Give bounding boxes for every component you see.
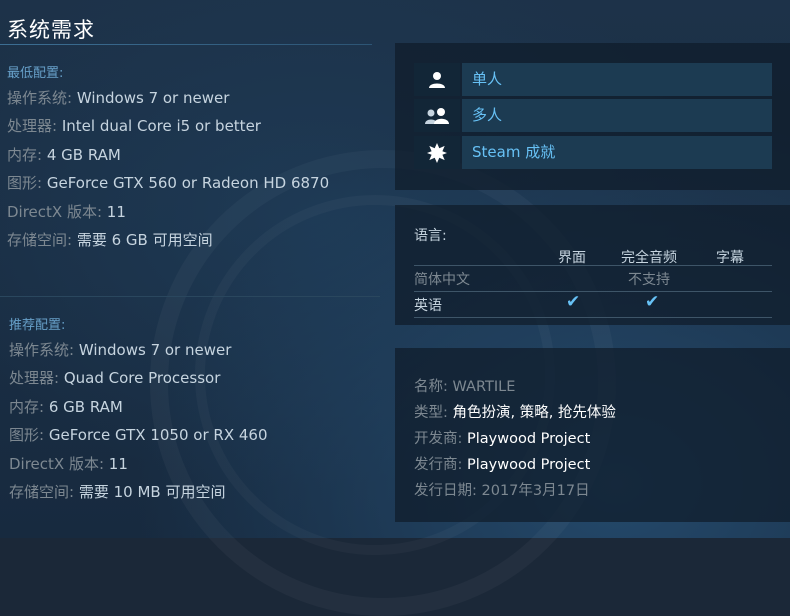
- detail-key: 开发商:: [414, 431, 463, 447]
- col-header-interface: 界面: [558, 250, 586, 266]
- min-memory-row: 内存: 4 GB RAM: [7, 144, 121, 165]
- rec-storage-row: 存储空间: 需要 10 MB 可用空间: [9, 481, 225, 502]
- release-date-value: 2017年3月17日: [481, 483, 590, 499]
- feature-label: 多人: [462, 99, 772, 132]
- spec-key: DirectX 版本:: [7, 203, 103, 221]
- multi-player-icon: [414, 99, 460, 132]
- spec-key: 存储空间:: [9, 483, 75, 501]
- spec-value: 需要 10 MB 可用空间: [78, 483, 226, 501]
- rec-os-row: 操作系统: Windows 7 or newer: [9, 339, 231, 360]
- audio-check-icon: ✔: [645, 292, 660, 312]
- detail-key: 发行日期:: [414, 483, 477, 499]
- spec-value: 4 GB RAM: [46, 146, 121, 164]
- min-directx-row: DirectX 版本: 11: [7, 201, 126, 222]
- spec-value: Windows 7 or newer: [76, 89, 230, 107]
- single-player-icon: [414, 63, 460, 96]
- spec-key: DirectX 版本:: [9, 455, 105, 473]
- detail-developer: 开发商: Playwood Project: [414, 427, 590, 448]
- detail-key: 发行商:: [414, 457, 463, 473]
- spec-key: 处理器:: [7, 117, 58, 135]
- spec-key: 图形:: [9, 426, 45, 444]
- spec-key: 内存:: [9, 398, 45, 416]
- col-header-full-audio: 完全音频: [621, 250, 677, 266]
- feature-steam-achievements[interactable]: Steam 成就: [414, 136, 772, 169]
- lang-name-schinese: 简体中文: [414, 272, 470, 288]
- spec-value: 需要 6 GB 可用空间: [76, 231, 213, 249]
- recommended-heading: 推荐配置:: [9, 318, 66, 333]
- detail-genre: 类型: 角色扮演, 策略, 抢先体验: [414, 401, 616, 422]
- game-title: WARTILE: [452, 379, 516, 395]
- spec-key: 处理器:: [9, 369, 60, 387]
- detail-key: 类型:: [414, 405, 448, 421]
- spec-key: 操作系统:: [7, 89, 73, 107]
- rec-graphics-row: 图形: GeForce GTX 1050 or RX 460: [9, 424, 268, 445]
- detail-release-date: 发行日期: 2017年3月17日: [414, 479, 590, 500]
- spec-key: 图形:: [7, 174, 43, 192]
- rec-memory-row: 内存: 6 GB RAM: [9, 396, 123, 417]
- spec-key: 内存:: [7, 146, 43, 164]
- spec-value: Windows 7 or newer: [78, 341, 232, 359]
- feature-single-player[interactable]: 单人: [414, 63, 772, 96]
- lang-table-rule: [414, 317, 772, 318]
- spec-value: 11: [108, 455, 128, 473]
- lang-table-rule: [414, 265, 772, 266]
- feature-multi-player[interactable]: 多人: [414, 99, 772, 132]
- detail-key: 名称:: [414, 379, 448, 395]
- publisher-link[interactable]: Playwood Project: [467, 457, 590, 473]
- detail-publisher: 发行商: Playwood Project: [414, 453, 590, 474]
- rec-directx-row: DirectX 版本: 11: [9, 453, 128, 474]
- spec-value: 6 GB RAM: [48, 398, 123, 416]
- section-divider: [0, 296, 380, 297]
- min-os-row: 操作系统: Windows 7 or newer: [7, 87, 229, 108]
- spec-value: GeForce GTX 1050 or RX 460: [48, 426, 268, 444]
- feature-label: 单人: [462, 63, 772, 96]
- detail-name: 名称: WARTILE: [414, 375, 515, 396]
- spec-value: Intel dual Core i5 or better: [61, 117, 261, 135]
- developer-link[interactable]: Playwood Project: [467, 431, 590, 447]
- rec-cpu-row: 处理器: Quad Core Processor: [9, 367, 220, 388]
- spec-key: 存储空间:: [7, 231, 73, 249]
- min-cpu-row: 处理器: Intel dual Core i5 or better: [7, 115, 261, 136]
- interface-check-icon: ✔: [566, 292, 581, 312]
- languages-title: 语言:: [414, 228, 447, 244]
- min-graphics-row: 图形: GeForce GTX 560 or Radeon HD 6870: [7, 172, 329, 193]
- spec-key: 操作系统:: [9, 341, 75, 359]
- spec-value: GeForce GTX 560 or Radeon HD 6870: [46, 174, 330, 192]
- spec-value: Quad Core Processor: [63, 369, 221, 387]
- min-storage-row: 存储空间: 需要 6 GB 可用空间: [7, 229, 213, 250]
- title-underline: [0, 44, 372, 45]
- lang-table-rule: [414, 291, 772, 292]
- feature-label: Steam 成就: [462, 136, 772, 169]
- lang-unsupported-note: 不支持: [628, 272, 670, 288]
- col-header-subtitles: 字幕: [716, 250, 744, 266]
- minimum-heading: 最低配置:: [7, 66, 64, 81]
- section-title: 系统需求: [7, 18, 95, 42]
- spec-value: 11: [106, 203, 126, 221]
- achievement-icon: [414, 136, 460, 169]
- lang-name-english: 英语: [414, 298, 442, 314]
- genre-links[interactable]: 角色扮演, 策略, 抢先体验: [453, 405, 616, 421]
